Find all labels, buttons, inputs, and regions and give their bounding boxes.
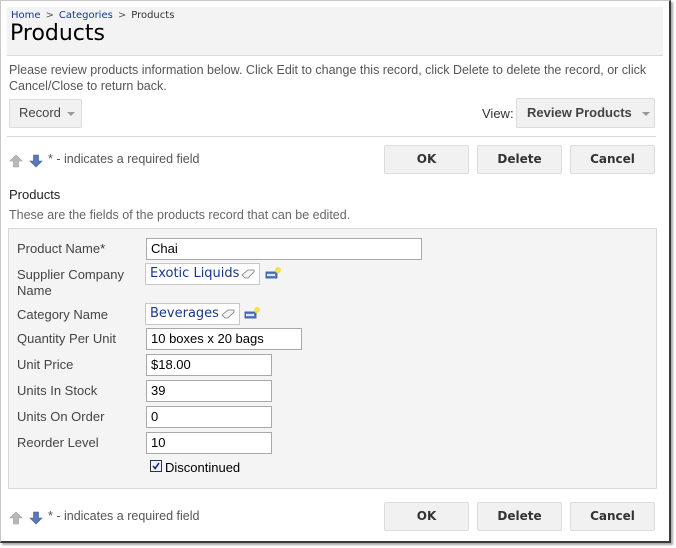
units-in-stock-input[interactable]: 39 — [146, 380, 272, 402]
category-name-label: Category Name — [17, 307, 109, 322]
divider — [7, 136, 656, 137]
breadcrumb-separator: > — [117, 10, 127, 21]
units-in-stock-label: Units In Stock — [17, 383, 98, 398]
chevron-down-icon — [66, 111, 75, 116]
cancel-button[interactable]: Cancel — [570, 502, 655, 531]
eraser-icon[interactable] — [241, 269, 255, 279]
new-item-icon[interactable] — [244, 306, 260, 320]
units-on-order-input[interactable]: 0 — [146, 406, 272, 428]
reorder-level-input[interactable]: 10 — [146, 432, 272, 454]
ok-button[interactable]: OK — [384, 502, 469, 531]
product-name-label: Product Name* — [17, 241, 106, 256]
unit-price-input[interactable]: $18.00 — [146, 354, 272, 376]
supplier-value[interactable]: Exotic Liquids — [150, 266, 239, 281]
delete-button[interactable]: Delete — [477, 145, 562, 174]
page-description: Please review products information below… — [9, 63, 647, 93]
category-description: These are the fields of the products rec… — [9, 208, 351, 222]
arrow-up-icon[interactable] — [9, 511, 23, 525]
record-navigation — [9, 152, 44, 170]
page-title: Products — [10, 21, 105, 46]
record-menu-button[interactable]: Record — [9, 99, 82, 128]
breadcrumb-current: Products — [131, 10, 175, 21]
record-navigation — [9, 509, 44, 527]
delete-button[interactable]: Delete — [477, 502, 562, 531]
cancel-button[interactable]: Cancel — [570, 145, 655, 174]
required-field-note: * - indicates a required field — [48, 509, 200, 523]
product-name-input[interactable]: Chai — [146, 238, 422, 260]
chevron-down-icon — [641, 111, 650, 116]
view-selector[interactable]: Review Products — [516, 98, 655, 128]
view-selector-value: Review Products — [527, 105, 632, 120]
category-value[interactable]: Beverages — [150, 306, 219, 321]
required-marker: * — [100, 241, 106, 256]
breadcrumb-separator: > — [45, 10, 54, 21]
category-lookup[interactable]: Beverages — [145, 303, 240, 325]
record-menu-label: Record — [19, 105, 61, 120]
breadcrumb-home[interactable]: Home — [11, 10, 41, 21]
new-item-icon[interactable] — [265, 266, 281, 280]
required-field-note: * - indicates a required field — [48, 152, 200, 166]
arrow-down-icon[interactable] — [29, 511, 44, 525]
reorder-level-label: Reorder Level — [17, 435, 99, 450]
breadcrumb: Home > Categories > Products — [11, 10, 174, 21]
unit-price-label: Unit Price — [17, 357, 74, 372]
supplier-lookup[interactable]: Exotic Liquids — [145, 263, 261, 285]
units-on-order-label: Units On Order — [17, 409, 105, 424]
discontinued-label[interactable]: Discontinued — [165, 460, 240, 475]
category-title: Products — [9, 187, 61, 202]
quantity-per-unit-label: Quantity Per Unit — [17, 331, 116, 346]
arrow-down-icon[interactable] — [29, 154, 44, 168]
page-header: Home > Categories > Products Products — [7, 7, 663, 56]
quantity-per-unit-input[interactable]: 10 boxes x 20 bags — [146, 328, 302, 350]
ok-button[interactable]: OK — [384, 145, 469, 174]
breadcrumb-categories[interactable]: Categories — [59, 10, 113, 21]
arrow-up-icon[interactable] — [9, 154, 23, 168]
eraser-icon[interactable] — [221, 309, 235, 319]
supplier-label: Supplier Company Name — [17, 267, 124, 298]
view-label: View: — [482, 106, 514, 121]
discontinued-checkbox[interactable] — [150, 460, 162, 472]
